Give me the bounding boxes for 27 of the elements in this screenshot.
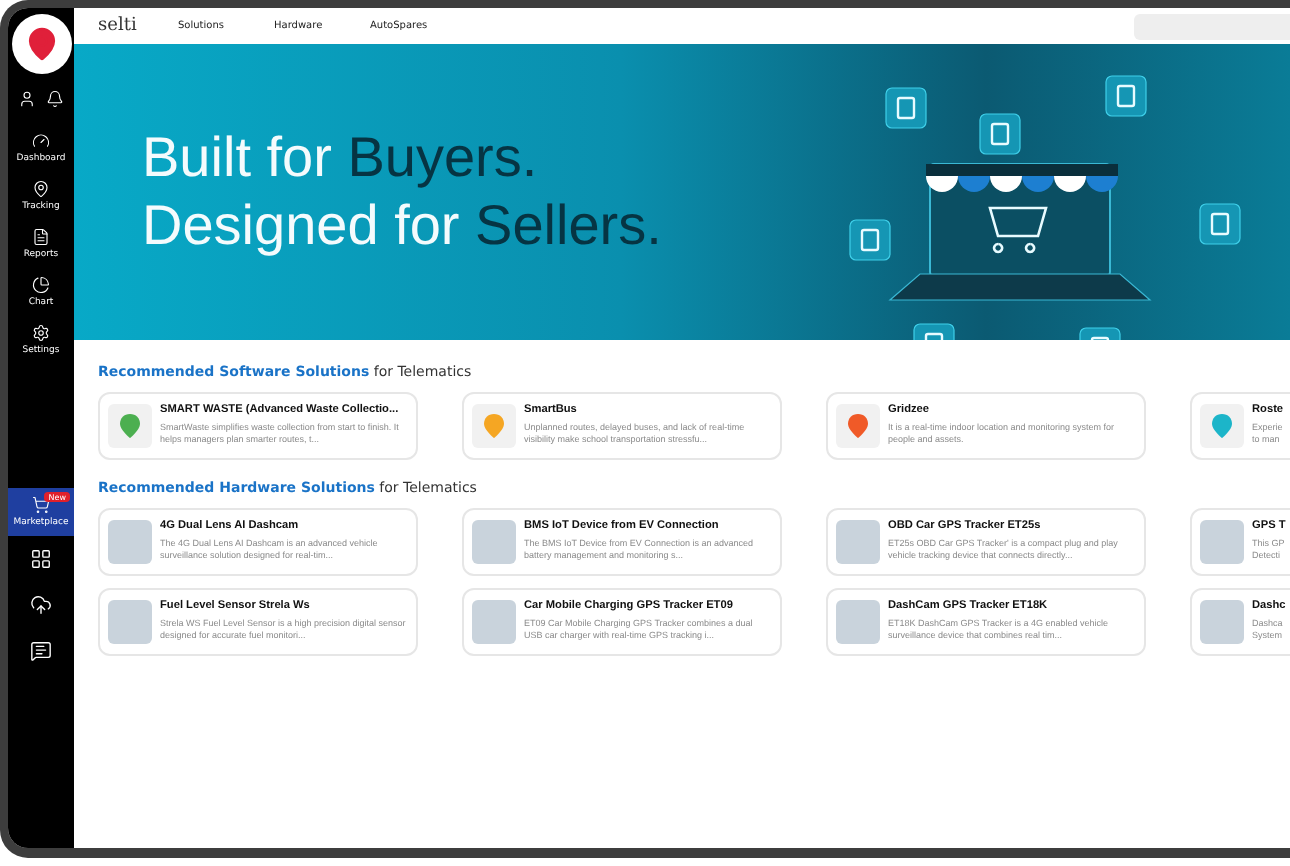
product-photo-placeholder [472,600,516,644]
user-icon[interactable] [18,90,36,108]
app-logo-icon [484,414,504,438]
product-photo-placeholder [108,600,152,644]
settings-icon [32,324,50,342]
map-pin-icon [32,180,50,198]
hero-heading: Built for Buyers. Designed for Sellers. [142,124,662,260]
product-photo-placeholder [836,600,880,644]
app-logo-icon [848,414,868,438]
app-logo-icon [120,414,140,438]
product-photo-placeholder [1200,520,1244,564]
cloud-upload-icon [30,594,52,616]
gauge-icon [32,132,50,150]
brand-logo[interactable]: selti [98,16,178,36]
product-photo-placeholder [1200,600,1244,644]
product-photo-placeholder [836,520,880,564]
document-icon [32,228,50,246]
app-logo-icon [1212,414,1232,438]
grid-icon [30,548,52,570]
pie-chart-icon [32,276,50,294]
product-photo-placeholder [108,520,152,564]
product-photo-placeholder [472,520,516,564]
cart-icon [32,496,50,514]
chat-icon [30,640,52,662]
app-logo[interactable] [11,14,71,74]
map-pin-icon [23,26,59,62]
bell-icon[interactable] [46,90,64,108]
